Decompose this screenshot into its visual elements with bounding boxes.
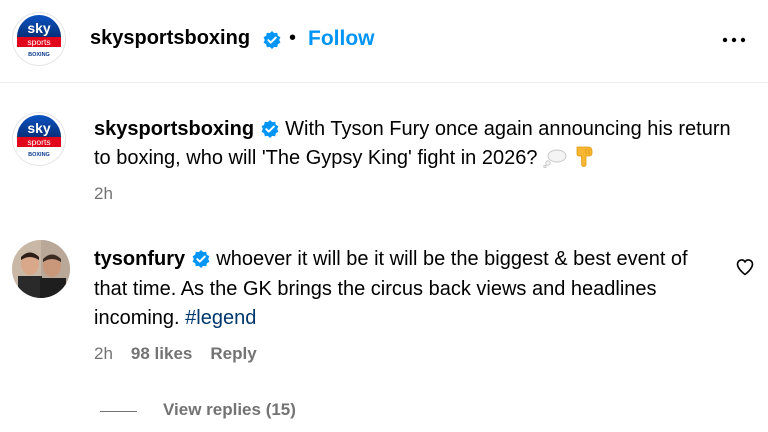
hashtag-link[interactable]: #legend xyxy=(185,307,256,329)
header-divider xyxy=(0,82,768,83)
caption-body: skysportsboxing With Tyson Fury once aga… xyxy=(94,115,734,173)
caption-avatar[interactable]: sky sports BOXING xyxy=(12,112,66,166)
post-header: sky sports BOXING skysportsboxing • Foll… xyxy=(0,0,768,82)
logo-boxing-text: BOXING xyxy=(28,52,50,58)
heart-icon[interactable] xyxy=(735,257,755,277)
header-username[interactable]: skysportsboxing xyxy=(90,27,250,50)
pointing-down-emoji xyxy=(576,146,592,167)
tysonfury-avatar[interactable] xyxy=(12,240,70,298)
sky-sports-boxing-logo: sky sports BOXING xyxy=(17,15,61,58)
logo-sports-text: sports xyxy=(27,37,50,47)
comment-likes[interactable]: 98 likes xyxy=(131,344,192,364)
comment-meta: 2h 98 likes Reply xyxy=(94,344,257,364)
follow-button[interactable]: Follow xyxy=(308,27,375,51)
comment-username[interactable]: tysonfury xyxy=(94,248,185,270)
skysportsboxing-avatar[interactable]: sky sports BOXING xyxy=(12,12,66,66)
more-options-icon[interactable] xyxy=(720,26,748,54)
caption-username[interactable]: skysportsboxing xyxy=(94,118,254,140)
comment-timestamp[interactable]: 2h xyxy=(94,344,113,364)
thought-bubble-emoji xyxy=(543,149,567,168)
verified-badge-icon xyxy=(261,120,279,138)
verified-badge-icon xyxy=(263,31,281,49)
header-separator: • xyxy=(289,27,297,49)
view-replies-line xyxy=(100,411,137,412)
verified-badge-icon xyxy=(192,250,210,268)
view-replies-button[interactable]: View replies (15) xyxy=(163,400,296,420)
sky-sports-boxing-logo: sky sports BOXING xyxy=(17,115,61,158)
reply-button[interactable]: Reply xyxy=(210,344,256,364)
logo-sky-text: sky xyxy=(27,120,51,136)
logo-sky-text: sky xyxy=(27,20,51,36)
tysonfury-profile-photo xyxy=(12,240,70,298)
caption-timestamp[interactable]: 2h xyxy=(94,184,113,204)
logo-boxing-text: BOXING xyxy=(28,152,50,158)
logo-sports-text: sports xyxy=(27,137,50,147)
comment-body: tysonfury whoever it will be it will be … xyxy=(94,245,714,334)
